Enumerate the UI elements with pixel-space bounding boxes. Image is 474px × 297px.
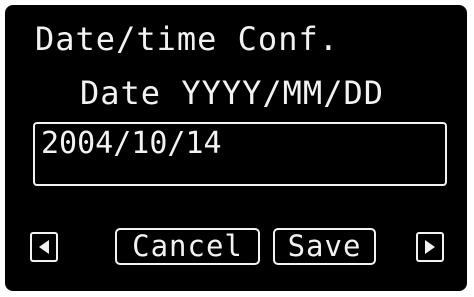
lcd-screen: Date/time Conf. Date YYYY/MM/DD 2004/10/… bbox=[5, 5, 467, 291]
date-input[interactable]: 2004/10/14 bbox=[33, 122, 447, 186]
left-arrow-icon bbox=[39, 240, 49, 254]
previous-button[interactable] bbox=[30, 232, 58, 262]
next-button[interactable] bbox=[416, 232, 444, 262]
dialog-title: Date/time Conf. bbox=[35, 20, 339, 58]
right-arrow-icon bbox=[425, 240, 435, 254]
cancel-button[interactable]: Cancel bbox=[115, 228, 260, 265]
save-button[interactable]: Save bbox=[273, 228, 376, 265]
date-format-label: Date YYYY/MM/DD bbox=[80, 74, 384, 112]
